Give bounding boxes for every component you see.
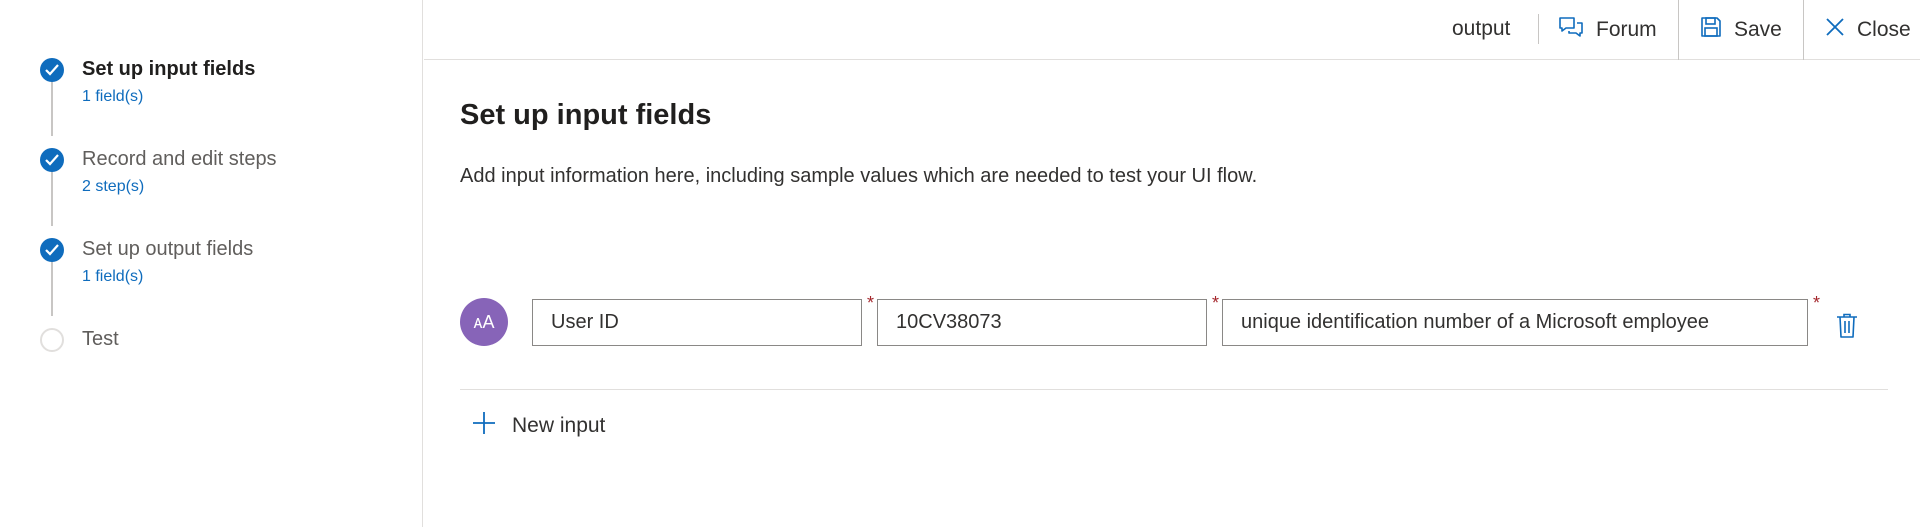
- page-title: Set up input fields: [460, 99, 712, 131]
- stepper-panel: Set up input fields 1 field(s) Record an…: [0, 0, 423, 527]
- step-count: 1 field(s): [82, 88, 144, 105]
- step-title: Set up input fields: [82, 58, 256, 80]
- flow-name-label: output: [1452, 17, 1511, 40]
- checkmark-icon: [40, 58, 64, 82]
- required-mark: *: [1813, 293, 1821, 313]
- required-mark: *: [1212, 293, 1220, 313]
- checkmark-icon: [40, 148, 64, 172]
- row-separator: [460, 389, 1888, 390]
- chat-icon: [1558, 16, 1584, 44]
- step-title: Set up output fields: [82, 238, 254, 260]
- page-description: Add input information here, including sa…: [460, 165, 1258, 187]
- close-button[interactable]: Close: [1825, 0, 1911, 60]
- input-name-field[interactable]: [532, 299, 862, 346]
- required-mark: *: [867, 293, 875, 313]
- step-count: 1 field(s): [82, 268, 144, 285]
- step-title: Record and edit steps: [82, 148, 277, 170]
- trash-icon[interactable]: [1836, 313, 1858, 344]
- save-button[interactable]: Save: [1700, 0, 1782, 60]
- toolbar-divider: [1803, 0, 1804, 60]
- close-icon: [1825, 17, 1845, 43]
- step-set-up-output-fields[interactable]: Set up output fields 1 field(s): [40, 228, 400, 288]
- empty-circle-icon: [40, 328, 64, 352]
- new-input-button[interactable]: New input: [472, 406, 605, 446]
- top-toolbar: output Forum Save Close: [424, 0, 1920, 60]
- step-set-up-input-fields[interactable]: Set up input fields 1 field(s): [40, 48, 400, 108]
- main-content: Set up input fields Add input informatio…: [424, 61, 1920, 527]
- forum-button[interactable]: Forum: [1558, 0, 1657, 60]
- close-label: Close: [1857, 18, 1911, 41]
- input-description-field[interactable]: [1222, 299, 1808, 346]
- avatar-text: ᴀA: [473, 311, 495, 332]
- step-title: Test: [82, 328, 119, 350]
- sample-value-field[interactable]: [877, 299, 1207, 346]
- ui-flow-editor: Set up input fields 1 field(s) Record an…: [0, 0, 1920, 527]
- new-input-label: New input: [512, 414, 606, 437]
- step-count: 2 step(s): [82, 178, 145, 195]
- save-label: Save: [1734, 18, 1782, 41]
- toolbar-divider: [1678, 0, 1679, 60]
- step-test[interactable]: Test: [40, 318, 400, 378]
- checkmark-icon: [40, 238, 64, 262]
- forum-label: Forum: [1596, 18, 1657, 41]
- step-record-and-edit-steps[interactable]: Record and edit steps 2 step(s): [40, 138, 400, 198]
- text-type-icon: ᴀA: [460, 298, 508, 346]
- toolbar-divider: [1538, 14, 1539, 44]
- floppy-disk-icon: [1700, 16, 1722, 44]
- plus-icon: [472, 411, 496, 441]
